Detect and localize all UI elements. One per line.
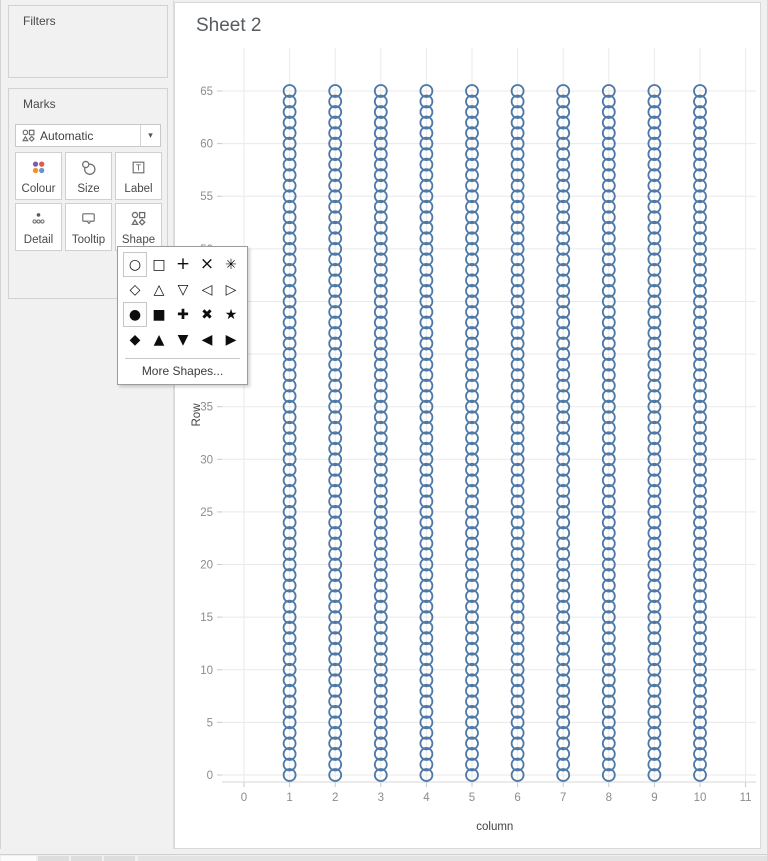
x-tick-label: 7 [560,792,566,804]
x-tick-label: 5 [469,792,475,804]
sheet-tab-partial[interactable] [138,856,768,861]
tooltip-bubble-icon [66,210,111,227]
x-axis-title: column [476,821,513,833]
y-axis-title: Row [191,403,203,427]
x-tick-label: 10 [694,792,707,804]
filters-shelf[interactable]: Filters [8,5,168,78]
shape-option-thin-x[interactable]: × [195,252,219,277]
sheet-tab-strip [0,854,768,861]
mark-type-label: Automatic [40,129,140,143]
shape-option-asterisk[interactable]: ✳︎ [219,252,243,277]
y-tick-label: 65 [200,86,213,98]
colour-button-label: Colour [16,183,61,195]
shape-palette-popup: ○□+×✳︎ ◇△▽◁▷ ●■✚✖★ ◆▲▼◀▶ More Shapes... [117,246,248,385]
shape-option-bold-plus[interactable]: ✚ [171,302,195,327]
filters-shelf-title: Filters [9,6,167,28]
sheet-tab-partial[interactable] [104,856,135,861]
shape-palette-icon [116,210,161,227]
shape-option-open-triangle-left[interactable]: ◁ [195,277,219,302]
shape-option-filled-triangle-up[interactable]: ▲ [147,327,171,352]
shape-option-open-diamond[interactable]: ◇ [123,277,147,302]
svg-text:T: T [136,162,141,172]
sheet-tab-partial[interactable] [38,856,69,861]
shape-option-filled-diamond[interactable]: ◆ [123,327,147,352]
shape-grid: ○□+×✳︎ ◇△▽◁▷ ●■✚✖★ ◆▲▼◀▶ [123,252,243,352]
shape-option-filled-triangle-down[interactable]: ▼ [171,327,195,352]
scatter-plot: 0510152025303540455055606501234567891011… [175,3,760,848]
tooltip-button-label: Tooltip [66,234,111,246]
detail-dots-icon [16,210,61,227]
shape-option-filled-star[interactable]: ★ [219,302,243,327]
shape-button-label: Shape [116,234,161,246]
shape-option-open-triangle-up[interactable]: △ [147,277,171,302]
x-tick-label: 0 [241,792,247,804]
sheet-tab-partial[interactable] [71,856,102,861]
x-tick-label: 9 [651,792,657,804]
y-tick-label: 60 [200,139,213,151]
y-tick-label: 55 [200,191,213,203]
colour-dots-icon [16,159,61,176]
y-tick-label: 30 [200,454,213,466]
y-tick-label: 15 [200,612,213,624]
x-tick-label: 4 [423,792,430,804]
x-tick-label: 1 [286,792,292,804]
worksheet-view: Sheet 2 05101520253035404550556065012345… [174,2,761,849]
size-button[interactable]: Size [65,152,112,200]
shape-option-bold-x[interactable]: ✖ [195,302,219,327]
x-tick-label: 6 [514,792,520,804]
label-text-icon: T [116,159,161,176]
size-button-label: Size [66,183,111,195]
shape-button[interactable]: Shape [115,203,162,251]
tableau-window: Filters Marks Automatic ▾ [0,0,768,861]
mark-type-dropdown[interactable]: Automatic ▾ [15,124,161,147]
popup-divider [125,358,240,359]
y-tick-label: 25 [200,507,213,519]
detail-button-label: Detail [16,234,61,246]
y-tick-label: 10 [200,665,213,677]
x-tick-label: 11 [740,792,752,804]
shape-option-filled-triangle-left[interactable]: ◀ [195,327,219,352]
sidebar: Filters Marks Automatic ▾ [0,0,174,849]
label-button-label: Label [116,183,161,195]
y-tick-label: 5 [207,717,213,729]
y-tick-label: 0 [207,770,213,782]
tooltip-button[interactable]: Tooltip [65,203,112,251]
shape-option-open-triangle-right[interactable]: ▷ [219,277,243,302]
chevron-down-icon[interactable]: ▾ [140,125,160,146]
shape-option-open-square[interactable]: □ [147,252,171,277]
size-circles-icon [66,159,111,176]
more-shapes-link[interactable]: More Shapes... [118,364,247,378]
detail-button[interactable]: Detail [15,203,62,251]
label-button[interactable]: T Label [115,152,162,200]
x-tick-label: 2 [332,792,338,804]
shape-option-filled-triangle-right[interactable]: ▶ [219,327,243,352]
automatic-marks-icon [16,128,40,143]
y-tick-label: 20 [200,560,213,572]
colour-button[interactable]: Colour [15,152,62,200]
marks-card-title: Marks [9,89,167,111]
sheet-tab-partial[interactable] [1,856,36,861]
shape-option-open-triangle-down[interactable]: ▽ [171,277,195,302]
shape-option-filled-square[interactable]: ■ [147,302,171,327]
shape-option-thin-plus[interactable]: + [171,252,195,277]
shape-option-open-circle[interactable]: ○ [123,252,147,277]
shape-option-filled-circle[interactable]: ● [123,302,147,327]
x-tick-label: 8 [606,792,612,804]
x-tick-label: 3 [378,792,384,804]
